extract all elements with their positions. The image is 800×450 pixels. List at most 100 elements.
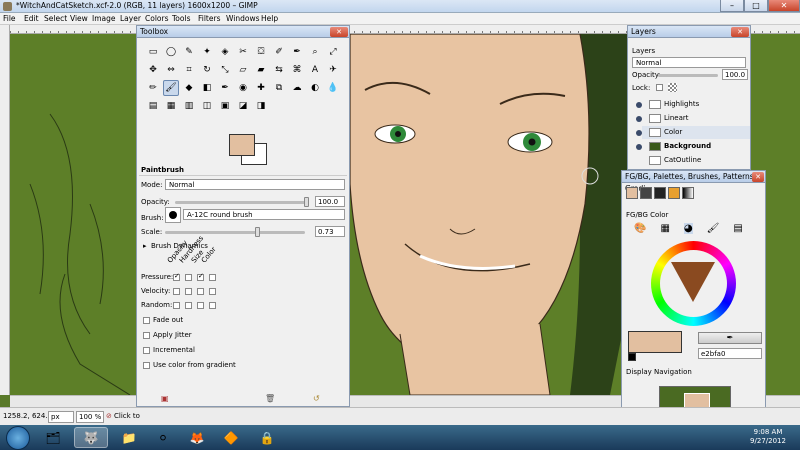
tool-airbrush-icon[interactable]: ✈ <box>325 62 341 78</box>
tab-fgbg[interactable] <box>626 187 638 199</box>
velocity-color-checkbox[interactable] <box>209 288 216 295</box>
tool-text-icon[interactable]: A <box>307 62 323 78</box>
tool-scale-icon[interactable]: ⤡ <box>217 62 233 78</box>
taskbar-folder-icon[interactable]: 📁 <box>112 427 146 448</box>
tool-blur-icon[interactable]: 💧 <box>325 80 341 96</box>
fg-color-preview[interactable] <box>628 331 682 353</box>
visibility-eye-icon[interactable] <box>636 130 642 136</box>
brush-selector[interactable]: A-12C round brush <box>183 209 345 220</box>
random-opacity-checkbox[interactable] <box>173 302 180 309</box>
tool-foreground-select-icon[interactable]: ⛋ <box>253 44 269 60</box>
default-colors-icon[interactable] <box>628 353 636 361</box>
tab-palettes[interactable] <box>640 187 652 199</box>
menu-layer[interactable]: Layer <box>120 14 141 23</box>
tool-zoom-icon[interactable]: ⌕ <box>307 44 323 60</box>
start-button[interactable] <box>6 426 30 450</box>
tool-paths-icon[interactable]: ✐ <box>271 44 287 60</box>
unit-dropdown[interactable]: px <box>48 411 74 423</box>
tab-brushes[interactable] <box>654 187 666 199</box>
layer-row-catoutline[interactable]: CatOutline <box>642 154 750 167</box>
layer-row-background[interactable]: Background <box>636 140 750 153</box>
pressure-color-checkbox[interactable] <box>209 274 216 281</box>
mode-dropdown[interactable]: Normal <box>165 179 345 190</box>
taskbar-gimp-icon[interactable]: 🐺 <box>74 427 108 448</box>
tool-shear-icon[interactable]: ▱ <box>235 62 251 78</box>
tab-patterns[interactable] <box>668 187 680 199</box>
random-color-checkbox[interactable] <box>209 302 216 309</box>
tool-fuzzy-select-icon[interactable]: ✦ <box>199 44 215 60</box>
use-color-gradient-checkbox[interactable] <box>143 362 150 369</box>
tool-ink-icon[interactable]: ✒ <box>217 80 233 96</box>
pressure-opacity-checkbox[interactable] <box>173 272 180 281</box>
opacity-slider-knob[interactable] <box>304 197 309 207</box>
delete-options-icon[interactable]: 🗑 <box>265 394 275 403</box>
brush-preview[interactable] <box>165 207 181 223</box>
tool-eraser-icon[interactable]: ◧ <box>199 80 215 96</box>
tool-move-icon[interactable]: ✥ <box>145 62 161 78</box>
layer-row-lineart[interactable]: Lineart <box>636 112 750 125</box>
menu-select[interactable]: Select <box>44 14 67 23</box>
reset-options-icon[interactable]: ↺ <box>313 394 320 403</box>
tool-levels-icon[interactable]: ▣ <box>217 98 233 114</box>
scale-slider-knob[interactable] <box>255 227 260 237</box>
save-options-icon[interactable]: ▣ <box>161 394 169 403</box>
tool-free-select-icon[interactable]: ✎ <box>181 44 197 60</box>
tool-flip-icon[interactable]: ⇆ <box>271 62 287 78</box>
triangle-selector-icon[interactable]: ◕ <box>683 223 693 234</box>
tool-dodge-burn-icon[interactable]: ◐ <box>307 80 323 96</box>
menu-filters[interactable]: Filters <box>198 14 220 23</box>
taskbar-firefox-icon[interactable]: 🦊 <box>180 427 214 448</box>
menu-help[interactable]: Help <box>261 14 278 23</box>
tool-blend-icon[interactable]: ▤ <box>145 98 161 114</box>
velocity-opacity-checkbox[interactable] <box>173 288 180 295</box>
scales-selector-icon[interactable]: ▤ <box>733 223 742 234</box>
tool-perspective-icon[interactable]: ▰ <box>253 62 269 78</box>
tool-by-color-select-icon[interactable]: ◈ <box>217 44 233 60</box>
cmyk-selector-icon[interactable]: ▦ <box>660 223 669 234</box>
taskbar-blender-icon[interactable]: 🔶 <box>214 427 248 448</box>
layer-opacity-value[interactable]: 100.0 <box>722 69 748 80</box>
tool-perspective-clone-icon[interactable]: ⧉ <box>271 80 287 96</box>
layer-opacity-slider[interactable] <box>658 74 718 77</box>
tool-bucket-fill-icon[interactable]: ◆ <box>181 80 197 96</box>
opacity-slider[interactable] <box>175 201 305 204</box>
random-size-checkbox[interactable] <box>197 302 204 309</box>
layer-row-color[interactable]: Color <box>636 126 750 139</box>
gimp-selector-icon[interactable]: 🎨 <box>634 223 646 234</box>
tool-ellipse-select-icon[interactable]: ◯ <box>163 44 179 60</box>
tool-paintbrush-icon[interactable]: 🖌 <box>163 80 179 96</box>
taskbar-app-icon[interactable]: 🔒 <box>250 427 284 448</box>
menu-edit[interactable]: Edit <box>24 14 39 23</box>
menu-tools[interactable]: Tools <box>172 14 190 23</box>
toolbox-close-button[interactable]: ✕ <box>330 27 348 37</box>
menu-view[interactable]: View <box>70 14 88 23</box>
tool-rect-select-icon[interactable]: ▭ <box>145 44 161 60</box>
close-button[interactable]: ✕ <box>768 0 800 12</box>
tool-dodge-icon[interactable]: ▦ <box>163 98 179 114</box>
minimize-button[interactable]: – <box>720 0 744 12</box>
layers-close-button[interactable]: ✕ <box>731 27 749 37</box>
color-triangle[interactable] <box>671 262 715 302</box>
tool-crop-icon[interactable]: ⌗ <box>181 62 197 78</box>
tool-smudge-icon[interactable]: ☁ <box>289 80 305 96</box>
velocity-hardness-checkbox[interactable] <box>185 288 192 295</box>
taskbar-chrome-icon[interactable]: ⚪ <box>146 427 180 448</box>
scale-value[interactable]: 0.73 <box>315 226 345 237</box>
layer-mode-dropdown[interactable]: Normal <box>632 57 746 68</box>
color-wheel[interactable] <box>651 241 736 326</box>
maximize-button[interactable]: □ <box>744 0 768 12</box>
dynamics-expander-icon[interactable]: ▸ <box>143 242 147 250</box>
foreground-color-swatch[interactable] <box>229 134 255 156</box>
tool-cage-icon[interactable]: ⌘ <box>289 62 305 78</box>
zoom-dropdown[interactable]: 100 % <box>76 411 104 423</box>
tool-align-icon[interactable]: ⇔ <box>163 62 179 78</box>
tool-clone-icon[interactable]: ◉ <box>235 80 251 96</box>
tool-scissors-icon[interactable]: ✂ <box>235 44 251 60</box>
menu-file[interactable]: File <box>3 14 16 23</box>
hex-color-input[interactable]: e2bfa0 <box>698 348 762 359</box>
lock-pixels-checkbox[interactable] <box>656 84 663 91</box>
visibility-eye-icon[interactable] <box>636 116 642 122</box>
random-hardness-checkbox[interactable] <box>185 302 192 309</box>
tool-measure-icon[interactable]: ⤢ <box>325 44 341 60</box>
layer-row-highlights[interactable]: Highlights <box>636 98 750 111</box>
